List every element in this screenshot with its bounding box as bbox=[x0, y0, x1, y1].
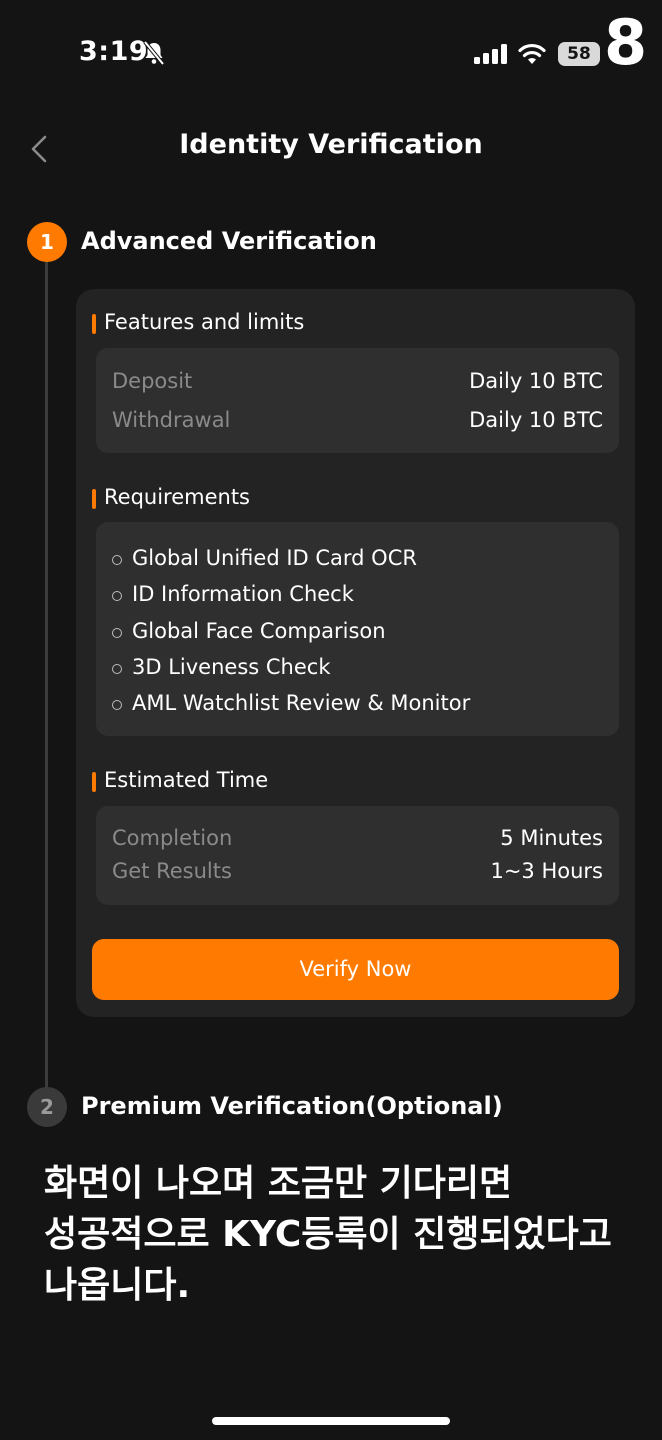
withdrawal-value: Daily 10 BTC bbox=[469, 408, 603, 432]
caption-line: 나옵니다. bbox=[44, 1265, 191, 1306]
features-box bbox=[96, 348, 619, 453]
overlay-badge: 8 bbox=[604, 6, 648, 79]
section-marker bbox=[92, 489, 96, 509]
bullet-icon bbox=[112, 591, 122, 601]
requirements-heading: Requirements bbox=[104, 485, 250, 509]
bullet-icon bbox=[112, 664, 122, 674]
bullet-icon bbox=[112, 700, 122, 710]
section-marker bbox=[92, 314, 96, 334]
caption-line: 화면이 나오며 조금만 기다리면 bbox=[44, 1163, 513, 1204]
deposit-value: Daily 10 BTC bbox=[469, 369, 603, 393]
step-1-title: Advanced Verification bbox=[81, 227, 377, 255]
step-2-title: Premium Verification(Optional) bbox=[81, 1092, 503, 1120]
requirement-item: ID Information Check bbox=[132, 582, 354, 606]
completion-value: 5 Minutes bbox=[500, 826, 603, 850]
battery-indicator: 58 bbox=[558, 42, 600, 66]
verify-now-button[interactable]: Verify Now bbox=[92, 939, 619, 1000]
step-1-number: 1 bbox=[27, 222, 67, 262]
get-results-value: 1~3 Hours bbox=[490, 859, 603, 883]
deposit-label: Deposit bbox=[112, 369, 193, 393]
status-time: 3:19 bbox=[79, 36, 149, 67]
wifi-icon bbox=[518, 43, 546, 64]
bell-muted-icon bbox=[143, 40, 165, 66]
requirement-item: Global Face Comparison bbox=[132, 619, 386, 643]
estimated-time-heading: Estimated Time bbox=[104, 768, 269, 792]
estimated-time-box bbox=[96, 806, 619, 905]
cellular-signal-icon bbox=[474, 44, 507, 64]
bullet-icon bbox=[112, 555, 122, 565]
requirement-item: Global Unified ID Card OCR bbox=[132, 546, 417, 570]
features-heading: Features and limits bbox=[104, 310, 305, 334]
get-results-label: Get Results bbox=[112, 859, 232, 883]
requirement-item: AML Watchlist Review & Monitor bbox=[132, 691, 471, 715]
section-marker bbox=[92, 772, 96, 792]
caption-line: 성공적으로 KYC등록이 진행되었다고 bbox=[44, 1214, 612, 1255]
step-2-number: 2 bbox=[27, 1087, 67, 1127]
withdrawal-label: Withdrawal bbox=[112, 408, 231, 432]
home-indicator[interactable] bbox=[212, 1417, 450, 1425]
page-title: Identity Verification bbox=[179, 129, 483, 160]
requirement-item: 3D Liveness Check bbox=[132, 655, 331, 679]
caption-text: 화면이 나오며 조금만 기다리면 성공적으로 KYC등록이 진행되었다고 나옵니… bbox=[44, 1158, 644, 1311]
step-connector bbox=[45, 262, 48, 1088]
bullet-icon bbox=[112, 628, 122, 638]
completion-label: Completion bbox=[112, 826, 233, 850]
